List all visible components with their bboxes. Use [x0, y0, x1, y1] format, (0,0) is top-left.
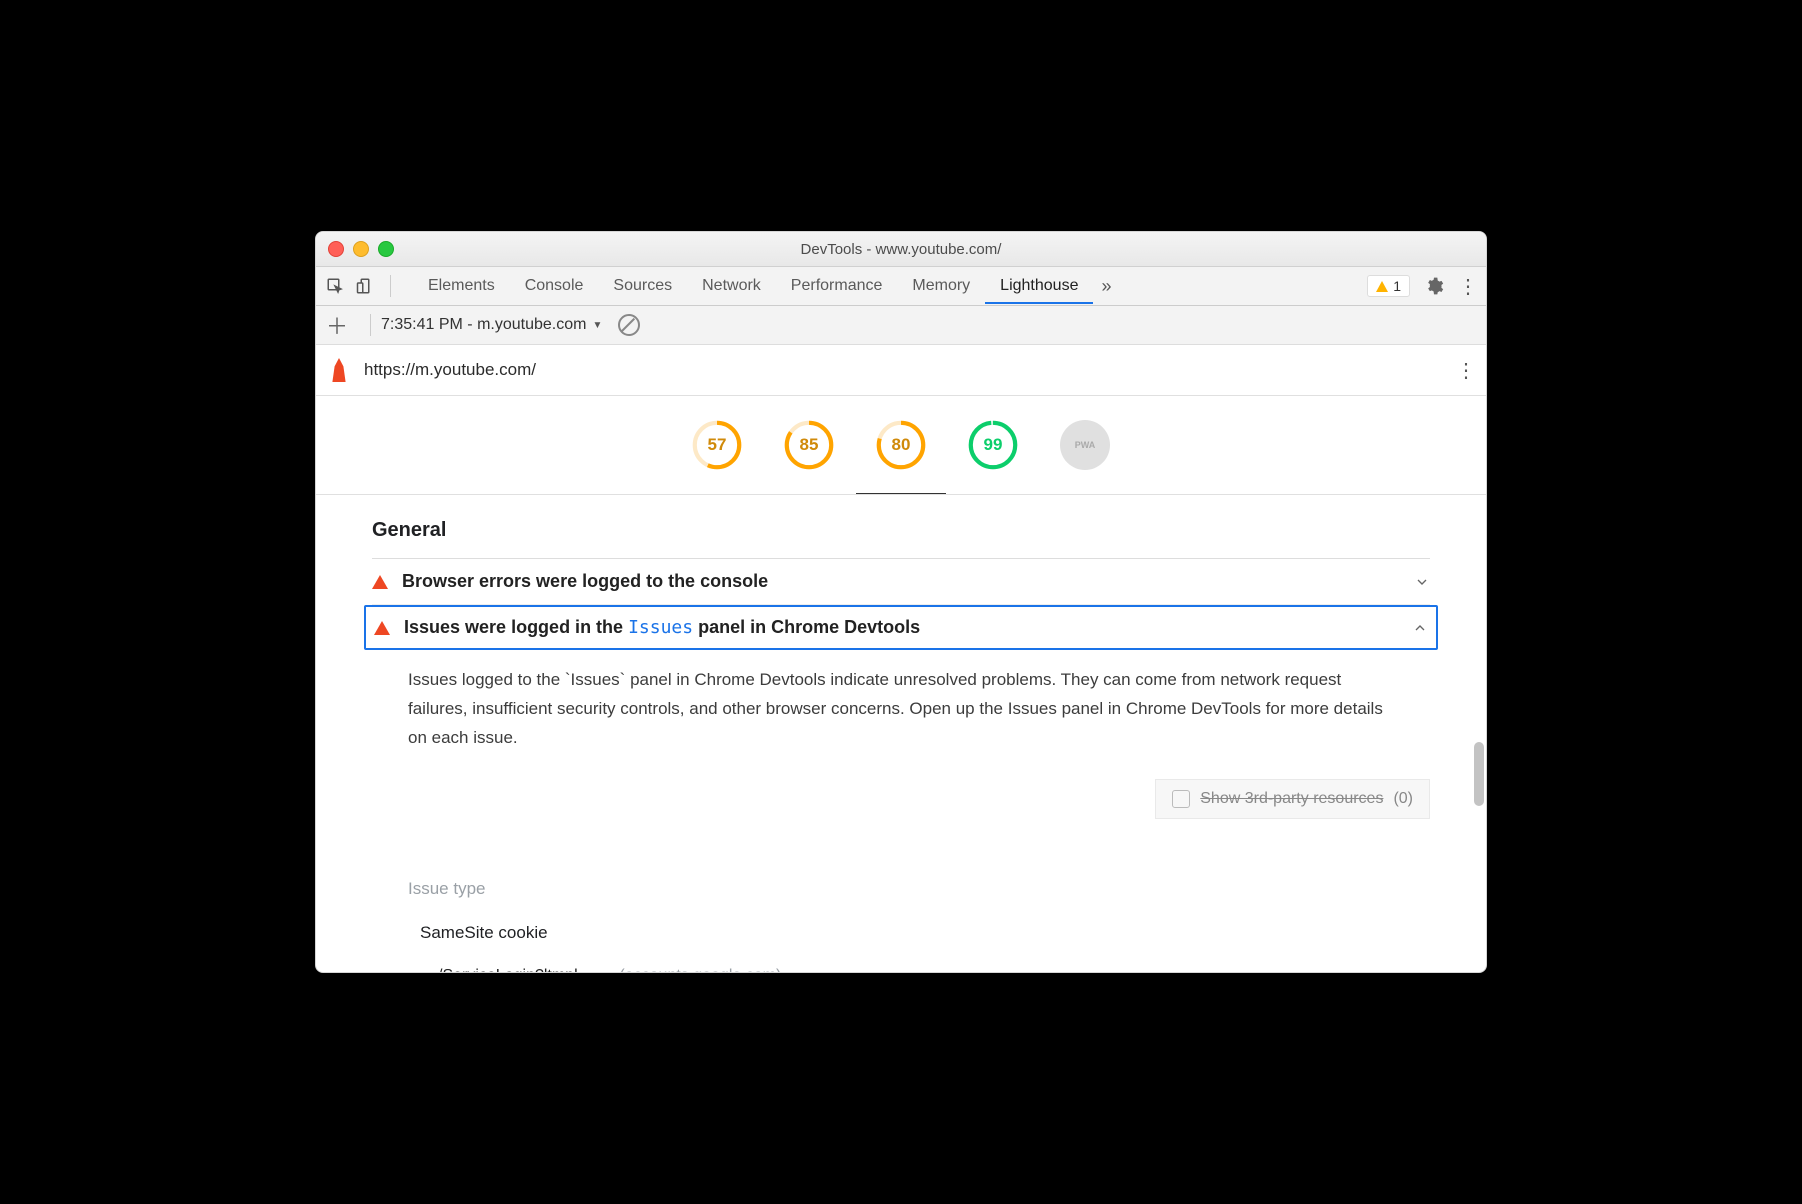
fail-icon	[372, 575, 388, 589]
audit-issues-panel[interactable]: Issues were logged in the Issues panel i…	[364, 605, 1438, 650]
separator	[390, 275, 391, 297]
report-header: https://m.youtube.com/ ⋮	[316, 345, 1486, 396]
active-gauge-underline	[856, 493, 946, 494]
tab-console[interactable]: Console	[510, 268, 599, 304]
tab-performance[interactable]: Performance	[776, 268, 898, 304]
third-party-toggle[interactable]: Show 3rd-party resources (0)	[1155, 779, 1430, 819]
issues-link[interactable]: Issues	[628, 617, 693, 638]
clear-icon[interactable]	[618, 314, 640, 336]
gauge-best-practices[interactable]: 80	[876, 420, 926, 470]
window-title: DevTools - www.youtube.com/	[316, 241, 1486, 258]
issue-host: (accounts.google.com)	[619, 967, 781, 973]
issues-count: 1	[1393, 278, 1401, 294]
tab-network[interactable]: Network	[687, 268, 776, 304]
report-url: https://m.youtube.com/	[364, 360, 536, 380]
audit-browser-errors[interactable]: Browser errors were logged to the consol…	[372, 559, 1430, 605]
audit-title: Issues were logged in the Issues panel i…	[404, 617, 920, 638]
chevron-up-icon	[1412, 620, 1428, 636]
chevron-down-icon: ▼	[592, 320, 602, 331]
report-dropdown-label: 7:35:41 PM - m.youtube.com	[381, 316, 586, 334]
more-tabs-icon[interactable]: »	[1101, 276, 1111, 297]
device-toggle-icon[interactable]	[356, 277, 374, 295]
gauge-performance[interactable]: 57	[692, 420, 742, 470]
report-body: General Browser errors were logged to th…	[316, 495, 1486, 973]
warning-icon	[1376, 281, 1388, 292]
pwa-label: PWA	[1075, 440, 1096, 450]
gauge-accessibility[interactable]: 85	[784, 420, 834, 470]
tab-memory[interactable]: Memory	[897, 268, 985, 304]
checkbox-icon[interactable]	[1172, 790, 1190, 808]
lighthouse-icon	[328, 358, 350, 382]
issue-path: /ServiceLogin?ltmpl=…	[438, 967, 603, 973]
issues-badge[interactable]: 1	[1367, 275, 1410, 297]
third-party-label: Show 3rd-party resources	[1200, 790, 1383, 808]
settings-icon[interactable]	[1424, 276, 1444, 296]
titlebar: DevTools - www.youtube.com/	[316, 232, 1486, 267]
scrollbar-thumb[interactable]	[1474, 742, 1484, 806]
report-dropdown[interactable]: 7:35:41 PM - m.youtube.com ▼	[381, 316, 602, 334]
audit-title: Browser errors were logged to the consol…	[402, 571, 768, 592]
inspect-icon[interactable]	[326, 277, 344, 295]
separator	[370, 314, 371, 336]
more-menu-icon[interactable]: ⋮	[1458, 274, 1476, 299]
score-gauges: 57 85 80 99 PWA	[316, 396, 1486, 495]
gauge-pwa[interactable]: PWA	[1060, 420, 1110, 470]
devtools-tabbar: Elements Console Sources Network Perform…	[316, 267, 1486, 306]
lighthouse-toolbar: ＋ 7:35:41 PM - m.youtube.com ▼	[316, 306, 1486, 345]
new-report-button[interactable]: ＋	[326, 309, 348, 341]
issue-type: SameSite cookie	[420, 923, 1430, 943]
tab-sources[interactable]: Sources	[598, 268, 687, 304]
issue-entry[interactable]: /ServiceLogin?ltmpl=… (accounts.google.c…	[438, 967, 1430, 973]
section-heading: General	[372, 519, 1430, 542]
gauge-seo[interactable]: 99	[968, 420, 1018, 470]
tab-elements[interactable]: Elements	[413, 268, 510, 304]
report-menu-icon[interactable]: ⋮	[1456, 358, 1474, 383]
third-party-count: (0)	[1393, 790, 1413, 808]
tab-lighthouse[interactable]: Lighthouse	[985, 268, 1093, 304]
audit-description: Issues logged to the `Issues` panel in C…	[372, 650, 1430, 761]
chevron-down-icon	[1414, 574, 1430, 590]
fail-icon	[374, 621, 390, 635]
devtools-window: DevTools - www.youtube.com/ Elements Con…	[315, 231, 1487, 973]
issue-type-header: Issue type	[408, 819, 1430, 899]
